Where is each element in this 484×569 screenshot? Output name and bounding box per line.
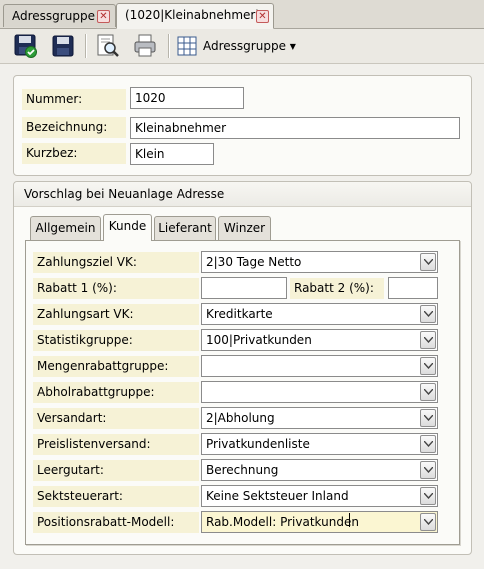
dropdown-arrow-icon: ▼ bbox=[289, 42, 296, 51]
preislistenversand-label: Preislistenversand: bbox=[33, 434, 199, 455]
dropdown-arrow-icon[interactable] bbox=[420, 357, 436, 375]
dropdown-arrow-icon[interactable] bbox=[420, 461, 436, 479]
tab-label: (1020|Kleinabnehmer) bbox=[125, 8, 261, 22]
dropdown-arrow-icon[interactable] bbox=[420, 487, 436, 505]
close-icon[interactable]: ✕ bbox=[256, 10, 269, 23]
abholrabatt-combobox[interactable] bbox=[201, 381, 438, 403]
dropdown-arrow-icon[interactable] bbox=[420, 331, 436, 349]
grid-button[interactable] bbox=[176, 33, 198, 59]
kurzbez-label: Kurzbez: bbox=[22, 143, 126, 164]
tab-winzer[interactable]: Winzer bbox=[218, 216, 271, 240]
combo-value: Berechnung bbox=[206, 463, 279, 477]
combo-value: Kreditkarte bbox=[206, 307, 273, 321]
preislistenversand-combobox[interactable]: Privatkundenliste bbox=[201, 433, 438, 455]
toolbar-separator bbox=[85, 34, 87, 58]
zahlungsziel-label: Zahlungsziel VK: bbox=[33, 252, 199, 273]
positionsrabatt-combobox[interactable]: Rab.Modell: Privatkunden bbox=[201, 511, 438, 533]
dropdown-arrow-icon[interactable] bbox=[420, 305, 436, 323]
leergutart-label: Leergutart: bbox=[33, 460, 199, 481]
tab-kleinabnehmer[interactable]: (1020|Kleinabnehmer) ✕ bbox=[116, 3, 274, 29]
dropdown-arrow-icon[interactable] bbox=[420, 409, 436, 427]
rabatt1-label: Rabatt 1 (%): bbox=[33, 278, 199, 299]
print-button[interactable] bbox=[132, 33, 158, 59]
toolbar: Adressgruppe ▼ bbox=[0, 29, 484, 64]
positionsrabatt-label: Positionsrabatt-Modell: bbox=[33, 512, 199, 533]
save-button[interactable] bbox=[50, 33, 76, 59]
tab-allgemein[interactable]: Allgemein bbox=[30, 216, 101, 240]
dropdown-arrow-icon[interactable] bbox=[420, 435, 436, 453]
rabatt2-field[interactable] bbox=[388, 277, 438, 299]
text-cursor bbox=[349, 513, 350, 527]
tab-label: Adressgruppe bbox=[12, 9, 95, 23]
abholrabatt-label: Abholrabattgruppe: bbox=[33, 382, 199, 403]
mengenrabatt-combobox[interactable] bbox=[201, 355, 438, 377]
sektsteuerart-label: Sektsteuerart: bbox=[33, 486, 199, 507]
zahlungsart-combobox[interactable]: Kreditkarte bbox=[201, 303, 438, 325]
adressgruppe-dropdown[interactable]: Adressgruppe ▼ bbox=[203, 33, 296, 59]
dropdown-arrow-icon[interactable] bbox=[420, 383, 436, 401]
kurzbez-field[interactable]: Klein bbox=[130, 143, 214, 165]
save-and-close-icon bbox=[14, 34, 37, 58]
document-tab-strip: Adressgruppe ✕ (1020|Kleinabnehmer) ✕ bbox=[0, 0, 484, 29]
rabatt1-field[interactable] bbox=[201, 277, 287, 299]
dropdown-label: Adressgruppe bbox=[203, 39, 286, 53]
tab-adressgruppe[interactable]: Adressgruppe ✕ bbox=[3, 4, 116, 27]
toolbar-separator bbox=[168, 34, 170, 58]
nummer-field[interactable]: 1020 bbox=[130, 87, 244, 109]
grid-icon bbox=[177, 36, 197, 56]
bezeichnung-label: Bezeichnung: bbox=[22, 117, 126, 138]
save-icon bbox=[52, 35, 74, 57]
zahlungsziel-combobox[interactable]: 2|30 Tage Netto bbox=[201, 251, 438, 273]
combo-value: 100|Privatkunden bbox=[206, 333, 312, 347]
tab-kunde[interactable]: Kunde bbox=[103, 214, 152, 241]
close-icon[interactable]: ✕ bbox=[97, 10, 110, 23]
bezeichnung-field[interactable]: Kleinabnehmer bbox=[130, 117, 460, 139]
leergutart-combobox[interactable]: Berechnung bbox=[201, 459, 438, 481]
combo-value: 2|Abholung bbox=[206, 411, 275, 425]
zahlungsart-label: Zahlungsart VK: bbox=[33, 304, 199, 325]
combo-value: Keine Sektsteuer Inland bbox=[206, 489, 349, 503]
combo-value: Rab.Modell: Privatkunden bbox=[206, 515, 359, 529]
dropdown-arrow-icon[interactable] bbox=[420, 513, 436, 531]
statistikgruppe-label: Statistikgruppe: bbox=[33, 330, 199, 351]
versandart-label: Versandart: bbox=[33, 408, 199, 429]
nummer-label: Nummer: bbox=[22, 89, 126, 110]
dropdown-arrow-icon[interactable] bbox=[420, 253, 436, 271]
versandart-combobox[interactable]: 2|Abholung bbox=[201, 407, 438, 429]
save-and-close-button[interactable] bbox=[13, 33, 39, 59]
print-preview-button[interactable] bbox=[95, 33, 121, 59]
combo-value: Privatkundenliste bbox=[206, 437, 310, 451]
rabatt2-label: Rabatt 2 (%): bbox=[290, 278, 384, 299]
print-preview-icon bbox=[97, 34, 119, 57]
statistikgruppe-combobox[interactable]: 100|Privatkunden bbox=[201, 329, 438, 351]
print-icon bbox=[134, 34, 156, 57]
mengenrabatt-label: Mengenrabattgruppe: bbox=[33, 356, 199, 377]
section-title: Vorschlag bei Neuanlage Adresse bbox=[14, 182, 471, 207]
combo-value: 2|30 Tage Netto bbox=[206, 255, 302, 269]
sektsteuerart-combobox[interactable]: Keine Sektsteuer Inland bbox=[201, 485, 438, 507]
tab-lieferant[interactable]: Lieferant bbox=[154, 216, 216, 240]
